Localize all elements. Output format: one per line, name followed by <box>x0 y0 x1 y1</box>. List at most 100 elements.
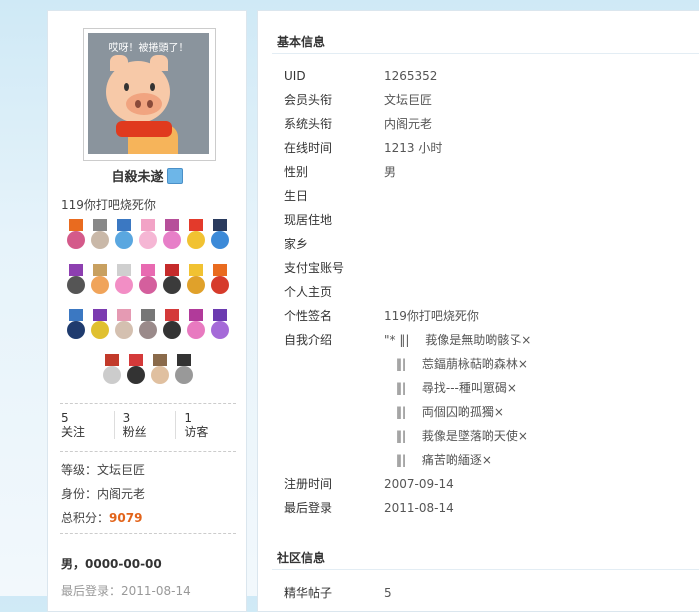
info-row-last-login: 最后登录 2011-08-14 <box>284 496 699 520</box>
info-row-hometown: 家乡 <box>284 232 699 256</box>
medal-icon[interactable] <box>66 309 86 345</box>
info-key: 生日 <box>284 189 309 203</box>
medal-icon[interactable] <box>138 219 158 255</box>
info-key: 系统头衔 <box>284 117 333 131</box>
last-login-summary: 最后登录：2011-08-14 <box>61 584 191 598</box>
info-value: 2011-08-14 <box>384 501 454 515</box>
intro-line: "* ‖| 莪像是無助啲骸孓× <box>384 333 532 347</box>
avatar[interactable]: 哎呀！被捲頭了！ <box>83 28 216 161</box>
verified-user-icon <box>166 167 183 184</box>
avatar-image: 哎呀！被捲頭了！ <box>88 33 209 154</box>
username[interactable]: 自殺未遂 <box>111 166 163 185</box>
medal-row-1 <box>60 219 236 255</box>
medal-icon[interactable] <box>90 264 110 300</box>
self-intro-text: "* ‖| 莪像是無助啲骸孓× ‖| 莣鍢萠栐萜啲森林× ‖| 尋找---種叫罳… <box>384 328 531 472</box>
info-value: 119你打吧烧死你 <box>384 309 479 323</box>
medal-icon[interactable] <box>186 264 206 300</box>
section-divider <box>272 53 699 54</box>
stat-label: 访客 <box>184 425 209 439</box>
info-key: 注册时间 <box>284 477 333 491</box>
stat-following[interactable]: 5 关注 <box>61 411 114 439</box>
info-key: 在线时间 <box>284 141 333 155</box>
medal-icon[interactable] <box>90 219 110 255</box>
section-title-community: 社区信息 <box>277 551 326 565</box>
medal-icon[interactable] <box>210 264 230 300</box>
medals-grid <box>60 219 236 399</box>
gender-birthday: 男，0000-00-00 <box>61 557 162 571</box>
medal-icon[interactable] <box>66 219 86 255</box>
info-row-birthday: 生日 <box>284 184 699 208</box>
stat-visitors[interactable]: 1 访客 <box>175 411 237 439</box>
info-row-gender: 性别 男 <box>284 160 699 184</box>
points-label: 总积分： <box>61 511 110 525</box>
medal-icon[interactable] <box>186 219 206 255</box>
stat-value: 1 <box>184 411 192 425</box>
info-key: 现居住地 <box>284 213 333 227</box>
info-key: 会员头衔 <box>284 93 333 107</box>
medal-icon[interactable] <box>66 264 86 300</box>
medal-icon[interactable] <box>126 354 146 390</box>
info-panel: 基本信息 UID 1265352 会员头衔 文坛巨匠 系统头衔 内阁元老 在线时间 12… <box>257 10 699 612</box>
info-key: 最后登录 <box>284 501 333 515</box>
info-row-member-title: 会员头衔 文坛巨匠 <box>284 88 699 112</box>
medal-icon[interactable] <box>114 219 134 255</box>
identity-line: 身份：内阁元老 <box>61 485 145 502</box>
avatar-caption: 哎呀！被捲頭了！ <box>108 43 189 54</box>
info-value: 1213 小时 <box>384 141 443 155</box>
stat-value: 5 <box>61 411 69 425</box>
info-value: 内阁元老 <box>384 117 433 131</box>
medal-icon[interactable] <box>186 309 206 345</box>
medal-icon[interactable] <box>210 309 230 345</box>
section-divider <box>272 569 699 570</box>
profile-sidebar: 哎呀！被捲頭了！ 自殺未遂 119你打吧烧死你 5 关注 3 粉丝 1 访客 等… <box>47 10 247 612</box>
info-row-uid: UID 1265352 <box>284 64 699 88</box>
info-value: 5 <box>384 586 392 600</box>
medal-icon[interactable] <box>102 354 122 390</box>
medal-icon[interactable] <box>138 309 158 345</box>
stat-followers[interactable]: 3 粉丝 <box>113 411 176 439</box>
divider <box>60 403 236 404</box>
info-row-residence: 现居住地 <box>284 208 699 232</box>
signature: 119你打吧烧死你 <box>61 198 156 212</box>
info-key: 家乡 <box>284 237 309 251</box>
info-value: 2007-09-14 <box>384 477 454 491</box>
identity-value: 内阁元老 <box>97 487 146 501</box>
pig-eye-left <box>124 83 129 91</box>
medal-icon[interactable] <box>162 264 182 300</box>
medal-icon[interactable] <box>114 309 134 345</box>
points-value: 9079 <box>109 511 143 525</box>
medal-icon[interactable] <box>210 219 230 255</box>
medal-row-2 <box>60 264 236 300</box>
pig-scarf <box>116 121 172 137</box>
username-line: 自殺未遂 <box>48 166 246 185</box>
info-key: UID <box>284 69 306 83</box>
medal-icon[interactable] <box>174 354 194 390</box>
info-key: 自我介绍 <box>284 333 333 347</box>
identity-label: 身份： <box>61 487 98 501</box>
info-row-digest-posts: 精华帖子 5 <box>284 581 699 605</box>
level-label: 等级： <box>61 463 98 477</box>
intro-line: ‖| 莪像是墜落啲天使× <box>384 429 528 443</box>
intro-line: ‖| 尋找---種叫罳碣× <box>384 381 517 395</box>
section-title-basic: 基本信息 <box>277 35 326 49</box>
info-value: 1265352 <box>384 69 438 83</box>
info-key: 个性签名 <box>284 309 333 323</box>
info-row-online-time: 在线时间 1213 小时 <box>284 136 699 160</box>
medal-icon[interactable] <box>138 264 158 300</box>
medal-row-3 <box>60 309 236 345</box>
info-value: 文坛巨匠 <box>384 93 433 107</box>
info-value: 男 <box>384 165 397 179</box>
divider <box>60 533 236 534</box>
info-key: 性别 <box>284 165 309 179</box>
info-row-system-title: 系统头衔 内阁元老 <box>284 112 699 136</box>
intro-line: ‖| 痛苦啲緬逐× <box>384 453 492 467</box>
medal-icon[interactable] <box>162 219 182 255</box>
info-key: 个人主页 <box>284 285 333 299</box>
info-key: 支付宝账号 <box>284 261 345 275</box>
medal-icon[interactable] <box>162 309 182 345</box>
medal-icon[interactable] <box>90 309 110 345</box>
medal-icon[interactable] <box>150 354 170 390</box>
pig-nose <box>126 93 162 115</box>
medal-icon[interactable] <box>114 264 134 300</box>
info-key: 精华帖子 <box>284 586 333 600</box>
